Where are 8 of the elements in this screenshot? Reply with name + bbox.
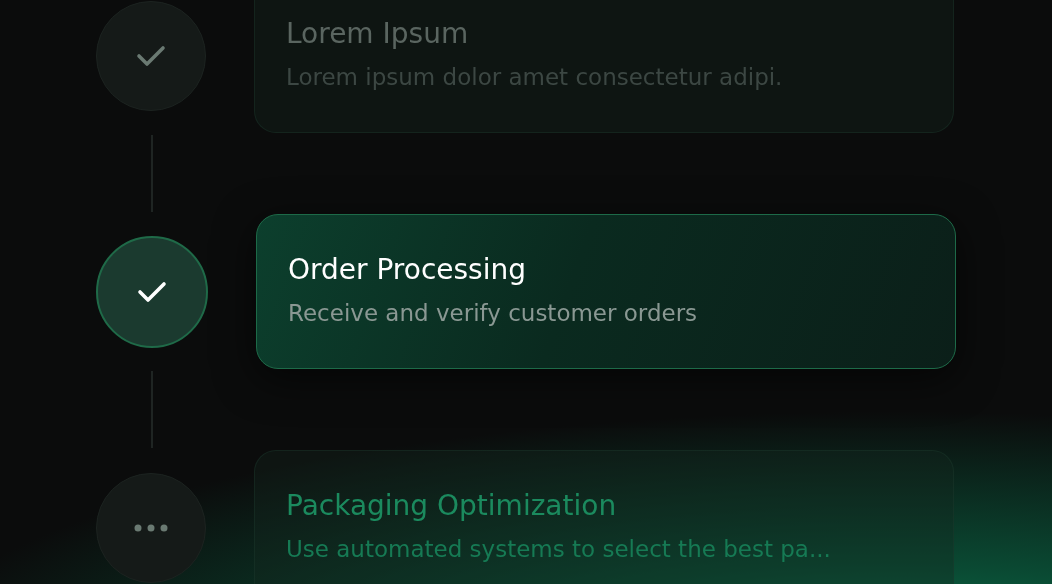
step-description: Use automated systems to select the best pa... [286,536,832,562]
step-description: Receive and verify customer orders [288,300,699,326]
check-icon [136,44,166,67]
step-title: Order Processing [288,253,527,286]
step-title: Packaging Optimization [286,489,618,522]
check-icon [137,280,167,303]
dots-icon [134,523,168,532]
step-title: Lorem Ipsum [286,17,470,50]
